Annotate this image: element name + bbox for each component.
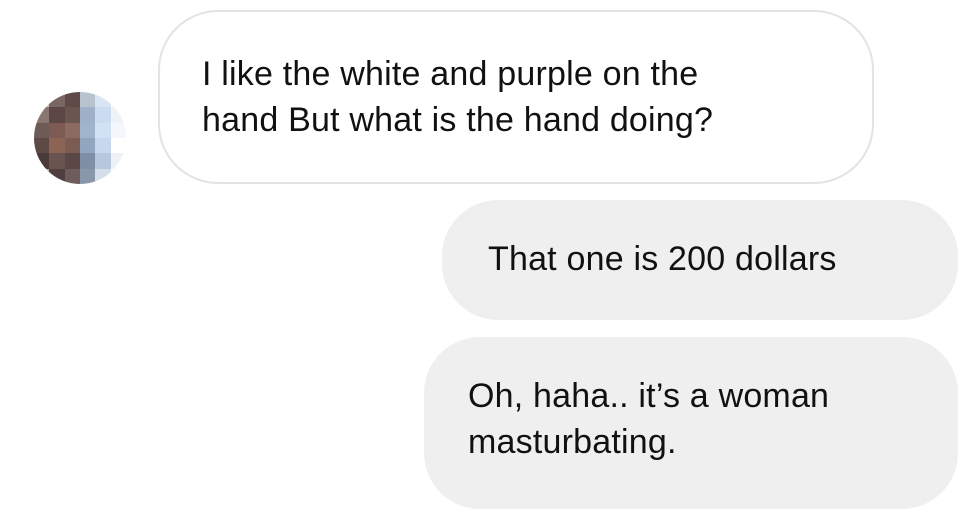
message-text-line: masturbating. [468, 423, 677, 461]
chat-thread: I like the white and purple on the hand … [0, 0, 980, 519]
outgoing-message-bubble[interactable]: Oh, haha.. it’s a woman masturbating. [424, 337, 958, 509]
message-text-line: That one is 200 dollars [488, 240, 837, 278]
incoming-message-bubble[interactable]: I like the white and purple on the hand … [158, 10, 874, 184]
outgoing-message-bubble[interactable]: That one is 200 dollars [442, 200, 958, 320]
message-text-line: Oh, haha.. it’s a woman [468, 377, 830, 415]
message-text-line: hand But what is the hand doing? [202, 101, 714, 139]
contact-avatar[interactable] [34, 92, 126, 184]
message-text-line: I like the white and purple on the [202, 55, 699, 93]
